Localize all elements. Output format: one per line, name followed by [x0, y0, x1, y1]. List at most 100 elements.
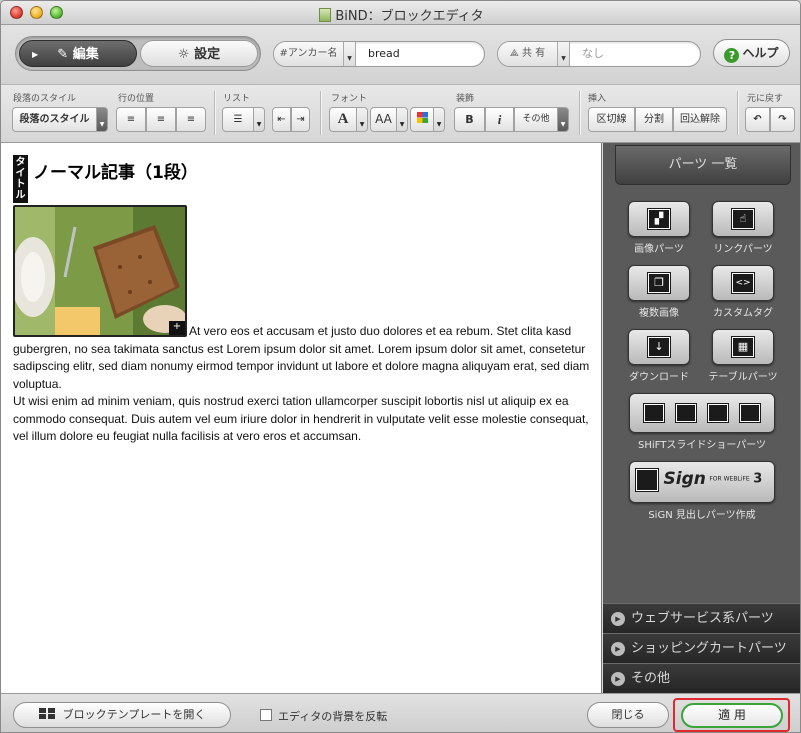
share-label: 共 有: [521, 48, 546, 59]
image-part[interactable]: ▞ 画像パーツ: [619, 201, 699, 255]
font-size-dropdown[interactable]: ▼: [397, 107, 408, 132]
main-toolbar: ▶ ✎ 編集 ☼ 設定 #アンカー名 ▼ bread ⟁ 共 有 ▼ なし ? ヘ…: [1, 25, 800, 85]
font-color-dropdown[interactable]: ▼: [434, 107, 445, 132]
apply-highlight: 適 用: [673, 698, 790, 732]
anchor-label: #アンカー名: [274, 42, 344, 66]
divider: [214, 91, 215, 135]
divider: [737, 91, 738, 135]
align-center-button[interactable]: ≡: [146, 107, 176, 132]
article-body[interactable]: At vero eos et accusam et justo duo dolo…: [13, 323, 593, 446]
other-decoration-button[interactable]: その他: [514, 107, 558, 132]
link-part[interactable]: ☝ リンクパーツ: [701, 201, 785, 255]
remove-wrap-button[interactable]: 回込解除: [673, 107, 727, 132]
font-group-label: フォント: [331, 94, 368, 104]
share-label-wrap: ⟁ 共 有: [498, 42, 558, 66]
font-face-dropdown[interactable]: ▼: [357, 107, 368, 132]
other-parts-section[interactable]: ▶ その他: [603, 663, 800, 693]
custom-tag-icon: <>: [731, 272, 755, 294]
align-left-button[interactable]: ≡: [116, 107, 146, 132]
title-bar: BiND：ブロックエディタ: [1, 1, 800, 25]
divider: [579, 91, 580, 135]
expand-arrow-icon: ▶: [611, 672, 625, 686]
custom-tag-part-label: カスタムタグ: [713, 308, 773, 319]
anchor-input[interactable]: bread: [368, 42, 400, 66]
divider: [320, 91, 321, 135]
list-group-label: リスト: [223, 94, 251, 104]
sign-heading-part[interactable]: Sign FOR WEBLiFE 3 SiGN 見出しパーツ作成: [617, 461, 787, 521]
paragraph-style-button[interactable]: 段落のスタイル: [12, 107, 97, 132]
align-left-icon: ≡: [126, 114, 136, 125]
anchor-dropdown[interactable]: ▼: [344, 42, 356, 66]
edit-mode-button[interactable]: ▶ ✎ 編集: [19, 40, 137, 67]
undo-icon: ↶: [753, 114, 762, 125]
bread-photo[interactable]: +: [13, 205, 187, 337]
link-hand-icon: ☝: [731, 208, 755, 230]
custom-tag-part[interactable]: <> カスタムタグ: [701, 265, 785, 319]
article-title[interactable]: ノーマル記事（1段）: [33, 158, 198, 183]
settings-mode-button[interactable]: ☼ 設定: [140, 40, 258, 67]
editor-canvas[interactable]: タイトル ノーマル記事（1段） + At vero eos et accusam…: [1, 143, 602, 693]
table-icon: ▦: [731, 336, 755, 358]
web-service-parts-section[interactable]: ▶ ウェブサービス系パーツ: [603, 603, 800, 633]
align-right-button[interactable]: ≡: [176, 107, 206, 132]
mode-switch: ▶ ✎ 編集 ☼ 設定: [15, 36, 261, 71]
share-dropdown[interactable]: ▼: [558, 42, 570, 66]
paragraph-1-text: At vero eos et accusam et justo duo dolo…: [13, 324, 590, 391]
list-dropdown[interactable]: ▼: [254, 107, 265, 132]
paragraph-style-dropdown[interactable]: ▼: [97, 107, 108, 132]
share-value[interactable]: なし: [582, 42, 604, 66]
multi-image-icon: ❐: [647, 272, 671, 294]
redo-button[interactable]: ↷: [770, 107, 795, 132]
apply-button[interactable]: 適 用: [681, 703, 783, 728]
edit-mode-label: 編集: [72, 47, 99, 62]
shopping-cart-parts-section[interactable]: ▶ ショッピングカートパーツ: [603, 633, 800, 663]
open-block-template-button[interactable]: ブロックテンプレートを開く: [13, 702, 231, 728]
decoration-group-label: 装飾: [456, 94, 475, 104]
split-button[interactable]: 分割: [635, 107, 673, 132]
paragraph-1: At vero eos et accusam et justo duo dolo…: [13, 323, 593, 393]
parts-panel: パーツ 一覧 ▞ 画像パーツ ☝ リンクパーツ ❐ 複数画像 <> カスタムタグ…: [603, 143, 800, 693]
indent-icon: ⇥: [296, 114, 305, 125]
multi-image-part[interactable]: ❐ 複数画像: [619, 265, 699, 319]
share-icon: ⟁: [509, 48, 519, 59]
slideshow-icon: [643, 403, 762, 424]
paragraph-2: Ut wisi enim ad minim veniam, quis nostr…: [13, 394, 589, 443]
undo-group-label: 元に戻す: [747, 94, 784, 104]
divider-line-button[interactable]: 区切線: [588, 107, 635, 132]
insert-group-label: 挿入: [588, 94, 607, 104]
invert-background-checkbox[interactable]: [260, 709, 272, 721]
font-color-button[interactable]: [410, 107, 434, 132]
share-field: ⟁ 共 有 ▼ なし: [497, 41, 701, 67]
other-decoration-dropdown[interactable]: ▼: [558, 107, 569, 132]
help-button[interactable]: ? ヘルプ: [713, 39, 790, 67]
redo-icon: ↷: [778, 114, 787, 125]
align-right-icon: ≡: [186, 114, 196, 125]
slideshow-part[interactable]: SHiFTスライドショーパーツ: [617, 393, 787, 451]
table-part-label: テーブルパーツ: [708, 372, 778, 383]
pencil-icon: ✎: [57, 47, 69, 62]
other-parts-label: その他: [631, 671, 671, 686]
bold-button[interactable]: B: [454, 107, 485, 132]
outdent-button[interactable]: ⇤: [272, 107, 291, 132]
font-size-button[interactable]: AA: [370, 107, 397, 132]
bullet-list-icon: ☰: [233, 114, 243, 125]
web-service-parts-label: ウェブサービス系パーツ: [631, 611, 774, 626]
help-label: ヘルプ: [742, 46, 779, 60]
shopping-cart-parts-label: ショッピングカートパーツ: [631, 641, 787, 656]
play-arrow-icon: ▶: [32, 50, 39, 59]
italic-button[interactable]: i: [485, 107, 514, 132]
sign-logo-sub: FOR WEBLiFE: [709, 475, 750, 483]
close-button[interactable]: 閉じる: [587, 702, 669, 728]
multi-image-part-label: 複数画像: [639, 308, 679, 319]
expand-arrow-icon: ▶: [611, 642, 625, 656]
open-block-template-label: ブロックテンプレートを開く: [62, 708, 206, 721]
download-icon: ↓: [647, 336, 671, 358]
indent-button[interactable]: ⇥: [291, 107, 310, 132]
list-button[interactable]: ☰: [222, 107, 254, 132]
undo-button[interactable]: ↶: [745, 107, 770, 132]
download-part[interactable]: ↓ ダウンロード: [617, 329, 701, 383]
image-icon: ▞: [647, 208, 671, 230]
font-face-button[interactable]: A: [329, 107, 357, 132]
table-part[interactable]: ▦ テーブルパーツ: [699, 329, 787, 383]
download-part-label: ダウンロード: [629, 372, 689, 383]
